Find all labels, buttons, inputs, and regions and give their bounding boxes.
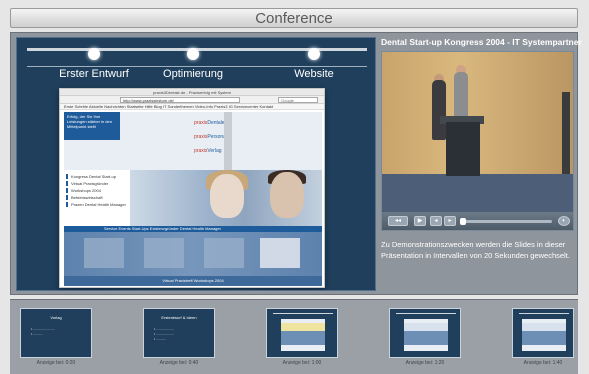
thumbnail-1[interactable]: Vorlag • ...................... • .......… xyxy=(20,308,92,358)
menu-item: Virtual Praxisgründer xyxy=(66,181,128,186)
step-dot-3[interactable] xyxy=(308,48,320,60)
seek-handle[interactable] xyxy=(459,218,466,225)
slide-panel: Erster Entwurf Optimierung Website praxi… xyxy=(16,37,376,291)
browser-url: http://www.praxissiestore.de/ xyxy=(120,97,240,103)
video-title: Dental Start-up Kongress 2004 - IT Syste… xyxy=(381,37,582,47)
thumbnail-caption: Anzeige bei: 1:40 xyxy=(523,360,563,366)
seek-bar[interactable] xyxy=(459,218,552,225)
brand-personal: praxisPersonal xyxy=(194,134,228,140)
thumbnail-caption: Anzeige bei: 1:20 xyxy=(405,360,445,366)
browser-screenshot: praxis3Dentale.de - Praxiserfolg mit Sys… xyxy=(59,88,325,288)
title-bar: Conference xyxy=(10,8,578,28)
lower-images xyxy=(64,232,322,276)
step-label-2[interactable]: Optimierung xyxy=(138,68,248,80)
brand-verlag: praxisVerlag xyxy=(194,148,222,154)
slide-thumbnails: Vorlag • ...................... • .......… xyxy=(10,299,578,374)
step-dot-1[interactable] xyxy=(88,48,100,60)
thumbnail-5[interactable] xyxy=(512,308,574,358)
video-frame xyxy=(382,52,573,212)
video-controls: ◂◂ ▶ ◂ ▸ ◐ xyxy=(382,212,573,230)
thumbnail-2[interactable]: Erstentwurf & Ideen • ..................… xyxy=(143,308,215,358)
video-player[interactable]: ◂◂ ▶ ◂ ▸ ◐ xyxy=(381,51,574,231)
step-forward-icon[interactable]: ▸ xyxy=(444,216,456,226)
page-title: Conference xyxy=(255,10,333,27)
brand-dentale: praxisDentale xyxy=(194,120,225,126)
thumbnail-3[interactable] xyxy=(266,308,338,358)
play-icon[interactable]: ▶ xyxy=(414,216,426,226)
thumbnail-4[interactable] xyxy=(389,308,461,358)
browser-search: Google xyxy=(278,97,318,103)
hero-photo xyxy=(130,170,322,226)
step-back-icon[interactable]: ◂ xyxy=(430,216,442,226)
menu-item: Kongress Dental Start-up xyxy=(66,174,128,179)
video-panel: Dental Start-up Kongress 2004 - IT Syste… xyxy=(381,37,582,291)
step-dot-2[interactable] xyxy=(187,48,199,60)
browser-bookmarks: Erste Schritte Aktuelle Nachrichten Star… xyxy=(60,104,324,110)
menu-item: Workshops 2004 xyxy=(66,188,128,193)
step-label-3[interactable]: Website xyxy=(259,68,369,80)
intro-box: Erfolg, der Sie Ihre Leistungen stärker … xyxy=(64,112,120,140)
presentation-stage: Erster Entwurf Optimierung Website praxi… xyxy=(10,32,582,295)
website-page: Erfolg, der Sie Ihre Leistungen stärker … xyxy=(64,112,322,286)
page-menu: Kongress Dental Start-up Virtual Praxisg… xyxy=(64,170,130,226)
browser-title: praxis3Dentale.de - Praxiserfolg mit Sys… xyxy=(60,89,324,96)
page-footer: Virtual Praxistreff Workshops 2004 xyxy=(64,276,322,286)
step-label-1[interactable]: Erster Entwurf xyxy=(39,68,149,80)
app-frame: Conference Erster Entwurf Optimierung We… xyxy=(0,0,589,374)
thumbnail-caption: Anzeige bei: 0:40 xyxy=(159,360,199,366)
demo-description: Zu Demonstrationszwecken werden die Slid… xyxy=(381,240,570,260)
thumbnail-caption: Anzeige bei: 1:00 xyxy=(282,360,322,366)
thumbnail-caption: Anzeige bei: 0:20 xyxy=(36,360,76,366)
menu-item: Praxen Dental Health Manager xyxy=(66,202,128,207)
menu-item: Betriebswirtschaft xyxy=(66,195,128,200)
rewind-icon[interactable]: ◂◂ xyxy=(388,216,408,226)
volume-icon[interactable]: ◐ xyxy=(558,216,570,226)
